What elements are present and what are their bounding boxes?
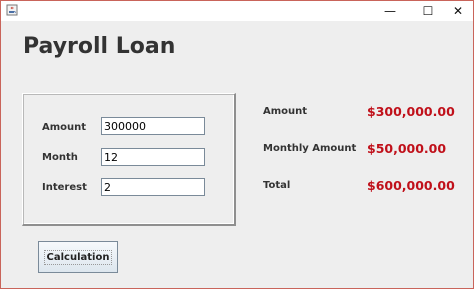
amount-label: Amount [42, 122, 87, 133]
result-total-label: Total [263, 180, 291, 191]
result-monthly-label: Monthly Amount [263, 143, 357, 154]
page-title: Payroll Loan [23, 34, 176, 59]
maximize-icon: ☐ [422, 4, 434, 18]
interest-input[interactable] [101, 178, 205, 196]
result-monthly-value: $50,000.00 [367, 141, 447, 156]
month-label: Month [42, 152, 78, 163]
result-amount-label: Amount [263, 106, 308, 117]
maximize-button[interactable]: ☐ [411, 1, 445, 21]
amount-input[interactable] [101, 117, 205, 135]
result-total-value: $600,000.00 [367, 178, 455, 193]
close-icon: ✕ [452, 4, 464, 18]
calculation-button[interactable]: Calculation [38, 241, 118, 273]
java-cup-icon [6, 4, 18, 16]
month-input[interactable] [101, 148, 205, 166]
calculation-button-label: Calculation [43, 249, 113, 265]
minimize-button[interactable]: — [373, 1, 407, 21]
title-bar[interactable]: — ☐ ✕ [1, 1, 473, 21]
result-amount-value: $300,000.00 [367, 104, 455, 119]
close-button[interactable]: ✕ [441, 1, 474, 21]
minimize-icon: — [384, 4, 396, 18]
interest-label: Interest [42, 182, 87, 193]
app-window: — ☐ ✕ Payroll Loan Amount Month Interest… [0, 0, 474, 289]
